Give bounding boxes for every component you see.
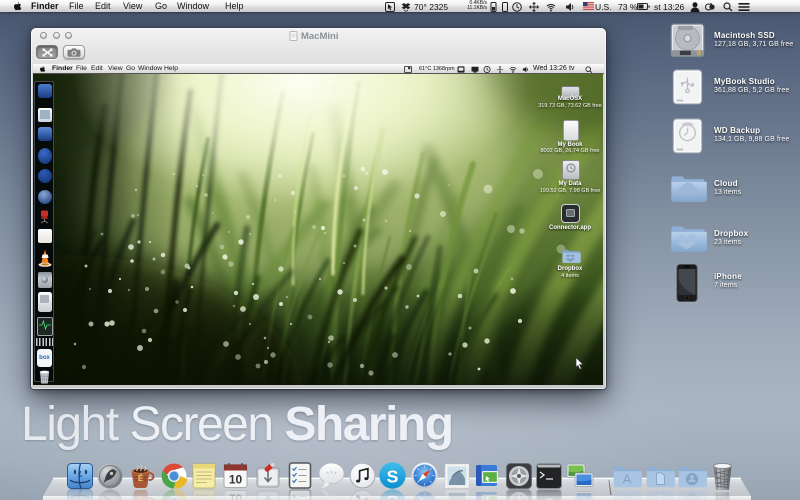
svg-text:É: É	[137, 474, 143, 483]
svg-text:10: 10	[228, 473, 242, 487]
svg-text:A: A	[623, 472, 632, 487]
svg-text:S: S	[386, 466, 398, 486]
